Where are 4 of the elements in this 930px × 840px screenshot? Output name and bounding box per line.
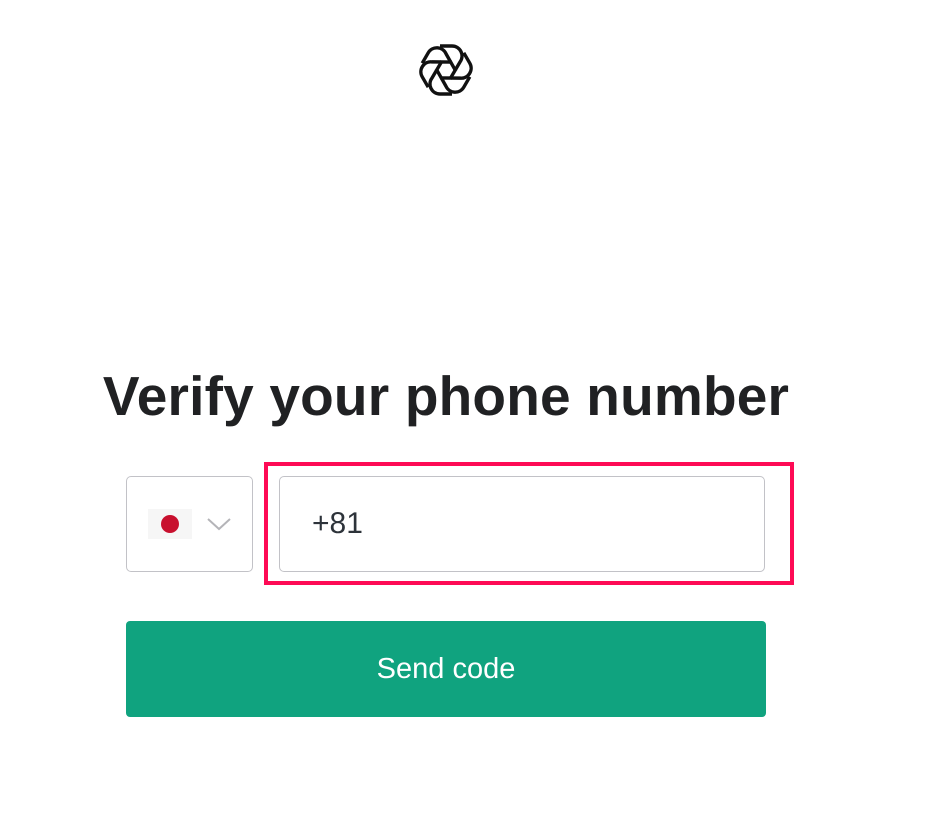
caret-icon [206,516,232,532]
country-select[interactable] [126,476,253,572]
page-heading: Verify your phone number [102,364,790,428]
phone-field[interactable]: +81 [279,476,765,572]
